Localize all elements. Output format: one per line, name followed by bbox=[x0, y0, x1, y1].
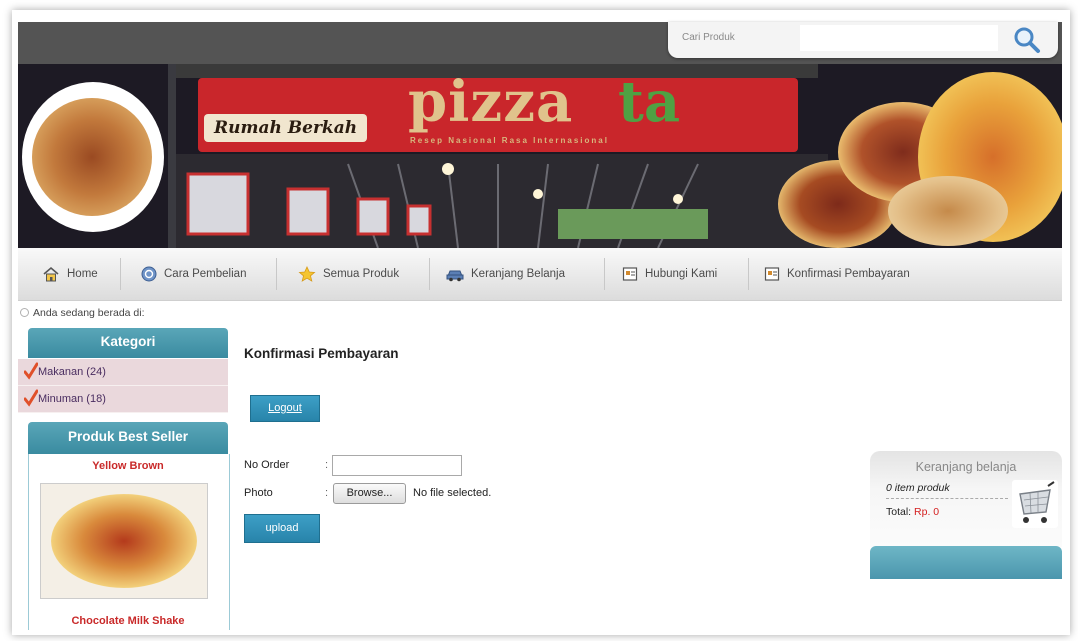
home-icon bbox=[43, 266, 59, 282]
browse-button[interactable]: Browse... bbox=[333, 483, 406, 504]
category-label: Minuman (18) bbox=[38, 393, 106, 405]
cart-item-count: 0 item produk bbox=[886, 482, 950, 494]
search-box: Cari Produk bbox=[668, 22, 1058, 58]
contact-icon bbox=[622, 267, 638, 281]
star-icon bbox=[298, 266, 316, 282]
nav-divider bbox=[604, 258, 605, 290]
shopping-cart-icon[interactable] bbox=[1012, 480, 1058, 528]
logout-button[interactable]: Logout bbox=[250, 395, 320, 422]
check-icon bbox=[24, 362, 38, 380]
breadcrumb: Anda sedang berada di: bbox=[20, 307, 145, 319]
cart-total: Total: Rp. 0 bbox=[886, 506, 939, 518]
cart-widget: Keranjang belanja 0 item produk Total: R… bbox=[870, 451, 1062, 547]
bestseller-heading: Produk Best Seller bbox=[28, 422, 228, 454]
search-label: Cari Produk bbox=[682, 32, 735, 43]
nav-label: Keranjang Belanja bbox=[471, 268, 565, 280]
cart-title: Keranjang belanja bbox=[915, 460, 1017, 474]
category-label: Makanan (24) bbox=[38, 366, 106, 378]
banner: Rumah Berkah pizza ta Resep Nasional Ras… bbox=[18, 64, 1062, 248]
store-sign-subtitle: Resep Nasional Rasa Internasional bbox=[410, 136, 609, 145]
upload-button[interactable]: upload bbox=[244, 514, 320, 543]
colon: : bbox=[325, 459, 329, 471]
bullet-icon bbox=[20, 308, 29, 317]
nav-hubungi-kami[interactable]: Hubungi Kami bbox=[622, 248, 717, 300]
nav-divider bbox=[429, 258, 430, 290]
nav-divider bbox=[748, 258, 749, 290]
cart-total-value: Rp. 0 bbox=[914, 506, 940, 518]
nav-label: Konfirmasi Pembayaran bbox=[787, 268, 910, 280]
cart-footer-bar bbox=[870, 546, 1062, 579]
colon: : bbox=[325, 487, 329, 499]
nav-cara-pembelian[interactable]: Cara Pembelian bbox=[141, 248, 246, 300]
nav-semua-produk[interactable]: Semua Produk bbox=[298, 248, 399, 300]
pizza-image bbox=[888, 176, 1008, 246]
nav-label: Semua Produk bbox=[323, 268, 400, 280]
nav-keranjang-belanja[interactable]: Keranjang Belanja bbox=[446, 248, 565, 300]
check-icon bbox=[24, 389, 38, 407]
nav-divider bbox=[120, 258, 121, 290]
main-nav: Home Cara Pembelian Semua Produk Keranja… bbox=[18, 248, 1062, 301]
store-sign-name: Rumah Berkah bbox=[204, 114, 368, 142]
order-label: No Order bbox=[244, 459, 290, 471]
snack-plate-image bbox=[22, 82, 164, 232]
nav-divider bbox=[276, 258, 277, 290]
cart-divider bbox=[886, 498, 1008, 499]
kategori-heading: Kategori bbox=[28, 328, 228, 358]
category-item[interactable]: Minuman (18) bbox=[18, 386, 228, 413]
store-sign-pizza: pizza bbox=[408, 69, 574, 135]
nav-label: Hubungi Kami bbox=[645, 268, 718, 280]
cart-total-label: Total: bbox=[886, 506, 912, 518]
store-sign-ta: ta bbox=[618, 69, 681, 135]
order-number-input[interactable] bbox=[332, 455, 462, 476]
product-name[interactable]: Chocolate Milk Shake bbox=[28, 615, 228, 627]
nav-home[interactable]: Home bbox=[42, 248, 98, 300]
breadcrumb-text: Anda sedang berada di: bbox=[33, 307, 145, 319]
page-title: Konfirmasi Pembayaran bbox=[244, 346, 399, 361]
car-icon bbox=[446, 270, 464, 282]
category-item[interactable]: Makanan (24) bbox=[18, 359, 228, 386]
nav-konfirmasi-pembayaran[interactable]: Konfirmasi Pembayaran bbox=[764, 248, 910, 300]
contact-icon bbox=[764, 267, 780, 281]
nav-label: Home bbox=[67, 268, 98, 280]
photo-label: Photo bbox=[244, 487, 273, 499]
nav-label: Cara Pembelian bbox=[164, 268, 247, 280]
file-status: No file selected. bbox=[413, 487, 492, 499]
search-icon[interactable] bbox=[1010, 26, 1042, 54]
product-image[interactable] bbox=[40, 483, 208, 599]
help-icon bbox=[141, 266, 157, 282]
product-name[interactable]: Yellow Brown bbox=[28, 460, 228, 472]
search-input[interactable] bbox=[800, 25, 998, 51]
